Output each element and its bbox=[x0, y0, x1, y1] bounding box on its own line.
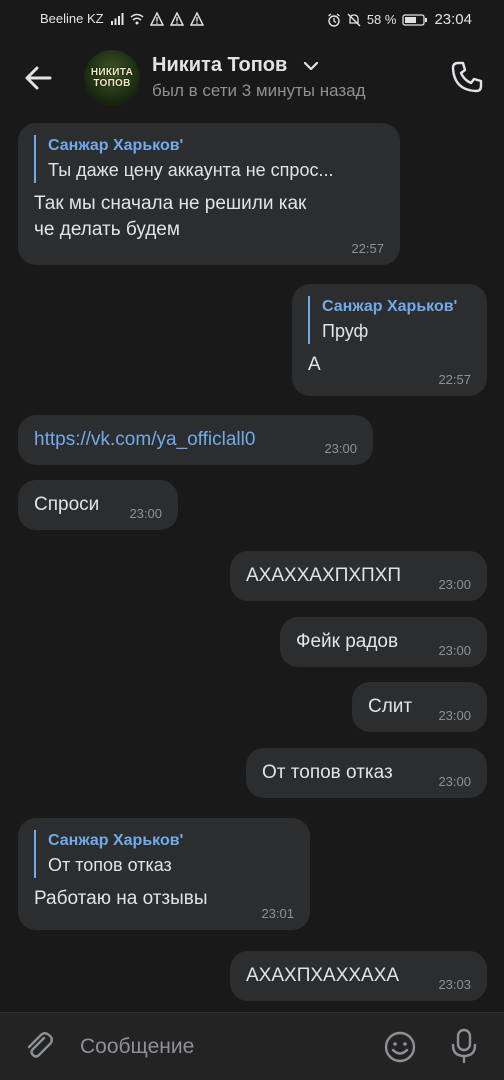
battery-percent: 58 % bbox=[366, 12, 397, 27]
message-link[interactable]: https://vk.com/ya_officlall0 bbox=[34, 427, 357, 453]
avatar[interactable]: НИКИТА ТОПОВ bbox=[84, 50, 140, 106]
reply-quote[interactable]: Санжар Харьков' Ты даже цену аккаунта не… bbox=[34, 135, 384, 183]
quote-text: Пруф bbox=[322, 321, 369, 341]
quote-author: Санжар Харьков' bbox=[322, 298, 458, 315]
message-bubble-outgoing[interactable]: Санжар Харьков' Пруф А 22:57 bbox=[292, 284, 487, 396]
message-bubble-outgoing[interactable]: Слит 23:00 bbox=[352, 682, 487, 732]
paperclip-icon[interactable] bbox=[22, 1029, 56, 1063]
quote-text: От топов отказ bbox=[48, 855, 172, 875]
message-time: 23:00 bbox=[438, 708, 471, 723]
message-bubble-outgoing[interactable]: АХАХПХАХХАХА 23:03 bbox=[230, 951, 487, 1001]
microphone-icon[interactable] bbox=[446, 1027, 482, 1065]
message-bubble-incoming[interactable]: Санжар Харьков' От топов отказ Работаю н… bbox=[18, 818, 310, 930]
chevron-down-icon[interactable] bbox=[302, 59, 320, 73]
quote-author: Санжар Харьков' bbox=[48, 832, 184, 849]
quote-author: Санжар Харьков' bbox=[48, 137, 184, 154]
message-bubble-incoming[interactable]: https://vk.com/ya_officlall0 23:00 bbox=[18, 415, 373, 465]
message-time: 23:03 bbox=[438, 977, 471, 992]
contact-name[interactable]: Никита Топов bbox=[152, 54, 287, 77]
message-composer: Сообщение bbox=[0, 1012, 504, 1080]
reply-quote[interactable]: Санжар Харьков' От топов отказ bbox=[34, 830, 294, 878]
warning-icon bbox=[149, 11, 164, 26]
avatar-text-line1: НИКИТА bbox=[90, 67, 134, 78]
signal-icon bbox=[110, 12, 124, 25]
message-time: 23:00 bbox=[438, 643, 471, 658]
message-bubble-outgoing[interactable]: Фейк радов 23:00 bbox=[280, 617, 487, 667]
message-time: 23:00 bbox=[324, 441, 357, 456]
message-list[interactable]: Санжар Харьков' Ты даже цену аккаунта не… bbox=[0, 118, 504, 1012]
reply-quote[interactable]: Санжар Харьков' Пруф bbox=[308, 296, 471, 344]
message-bubble-incoming[interactable]: Санжар Харьков' Ты даже цену аккаунта не… bbox=[18, 123, 400, 265]
status-right: 58 % 23:04 bbox=[327, 11, 472, 28]
alarm-icon bbox=[327, 12, 340, 27]
message-text: че делать будем bbox=[34, 219, 180, 240]
message-time: 23:00 bbox=[129, 506, 162, 521]
avatar-text-line2: ТОПОВ bbox=[93, 78, 131, 89]
message-text: Работаю на отзывы bbox=[34, 888, 208, 909]
message-bubble-outgoing[interactable]: АХАХХАХПХПХП 23:00 bbox=[230, 551, 487, 601]
wifi-icon bbox=[130, 13, 144, 24]
message-bubble-incoming[interactable]: Спроси 23:00 bbox=[18, 480, 178, 530]
message-time: 23:00 bbox=[438, 774, 471, 789]
carrier-name: Beeline KZ bbox=[40, 11, 104, 26]
message-time: 22:57 bbox=[351, 241, 384, 256]
message-time: 23:01 bbox=[261, 906, 294, 921]
message-time: 23:00 bbox=[438, 577, 471, 592]
warning-icon bbox=[169, 11, 184, 26]
message-text: АХАХПХАХХАХА bbox=[246, 965, 400, 986]
battery-icon bbox=[402, 13, 428, 26]
status-left: Beeline KZ bbox=[40, 11, 204, 26]
message-input[interactable]: Сообщение bbox=[80, 1035, 194, 1059]
warning-icon bbox=[189, 11, 204, 26]
back-arrow-icon[interactable] bbox=[20, 60, 56, 96]
emoji-icon[interactable] bbox=[382, 1029, 418, 1065]
chat-header: НИКИТА ТОПОВ Никита Топов был в сети 3 м… bbox=[0, 38, 504, 118]
mute-bell-icon bbox=[347, 13, 361, 26]
quote-text: Ты даже цену аккаунта не спрос... bbox=[48, 160, 334, 180]
message-bubble-outgoing[interactable]: От топов отказ 23:00 bbox=[246, 748, 487, 798]
clock-time: 23:04 bbox=[434, 11, 472, 28]
message-time: 22:57 bbox=[438, 372, 471, 387]
status-bar: Beeline KZ 58 % 23:04 bbox=[0, 0, 504, 38]
phone-icon[interactable] bbox=[450, 60, 484, 94]
message-text: АХАХХАХПХПХП bbox=[246, 565, 402, 586]
message-text: Так мы сначала не решили как bbox=[34, 193, 307, 214]
contact-status: был в сети 3 минуты назад bbox=[152, 81, 366, 100]
